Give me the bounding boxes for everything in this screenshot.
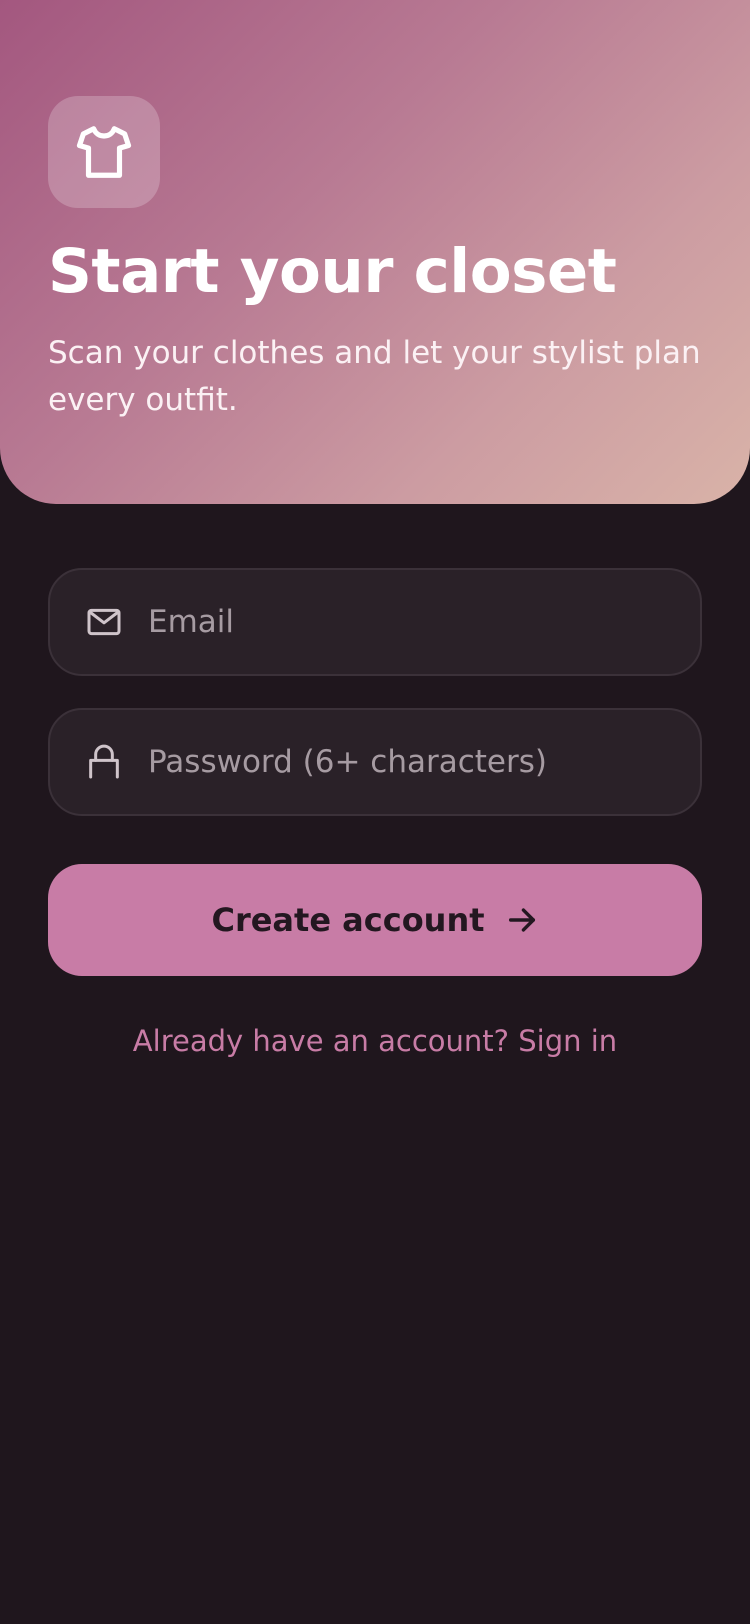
page-title: Start your closet: [48, 236, 617, 307]
app-logo: [48, 96, 160, 208]
password-field[interactable]: [48, 708, 702, 816]
tshirt-icon: [76, 126, 132, 178]
mail-icon: [82, 600, 126, 644]
arrow-right-icon: [505, 903, 539, 937]
email-input[interactable]: [148, 570, 700, 674]
create-account-label: Create account: [211, 901, 485, 939]
page-subtitle: Scan your clothes and let your stylist p…: [48, 335, 701, 418]
email-field[interactable]: [48, 568, 702, 676]
lock-icon: [82, 740, 126, 784]
create-account-button[interactable]: Create account: [48, 864, 702, 976]
password-input[interactable]: [148, 710, 700, 814]
hero-banner: Start your closet Scan your clothes and …: [0, 0, 750, 504]
sign-in-link[interactable]: Already have an account? Sign in: [0, 1024, 750, 1058]
